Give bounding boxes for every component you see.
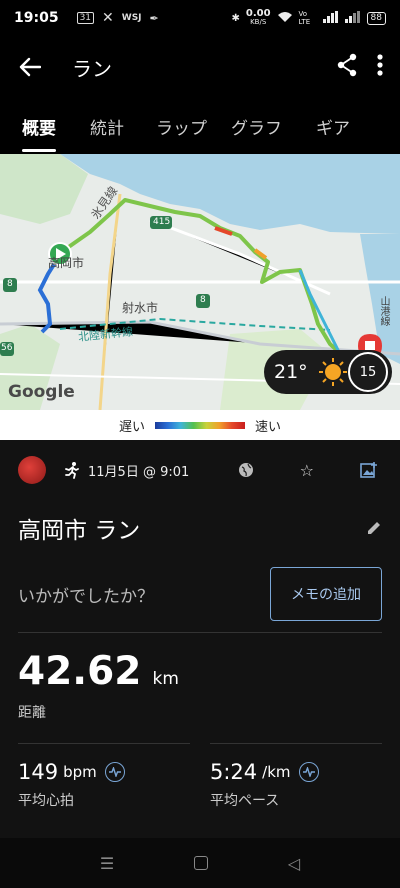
distance-label: 距離 [18,705,46,721]
tab-gear[interactable]: ギア [296,98,364,154]
legend-gradient [155,421,245,429]
star-icon[interactable]: ☆ [300,461,314,480]
map-label-route-8: 8 [7,279,13,289]
share-icon[interactable] [336,53,358,81]
calendar-icon: 31 [76,12,95,24]
distance-value: 42.62 [18,649,142,694]
sun-icon [318,357,348,387]
home-icon[interactable] [194,856,209,870]
pulse-icon[interactable] [104,762,125,782]
activity-meta: 11月5日 @ 9:01 ☆ [0,440,400,500]
heart-rate-stat: 149 bpm 平均心拍 [18,743,190,853]
speed-legend: 遅い 速い [0,410,400,440]
pace-stat: 5:24 /km 平均ペース [210,743,382,853]
status-bar: 19:05 31 ✕ WSJ ✒ ✱ 0.00 KB/S Vo LTE 88 [0,0,400,36]
map-label-imizu: 射水市 [122,301,159,315]
pace-label: 平均ペース [210,793,280,809]
more-vert-icon[interactable] [376,53,384,81]
status-time: 19:05 [14,10,59,26]
map-label-route-415: 415 [153,217,171,227]
add-memo-button[interactable]: メモの追加 [270,567,382,621]
battery-icon: 88 [366,11,386,25]
wind-indicator: 15 [348,352,388,392]
map-label-route-56: 56 [1,343,13,353]
heart-rate-label: 平均心拍 [18,793,74,809]
avatar[interactable] [18,456,46,484]
network-speed: 0.00 KB/S [245,8,271,27]
map-label-route-8: 8 [200,295,206,305]
distance-unit: km [152,669,179,689]
wsj-icon: WSJ [121,13,142,23]
pace-value: 5:24 [210,760,258,784]
route-map[interactable]: 415 8 8 56 氷見線 高岡市 射水市 北陸新幹線 山港線 Google … [0,154,400,410]
weather-badge: 21° 15 [264,350,392,394]
app-bar: ラン [0,36,400,98]
map-label-takaoka: 高岡市 [48,256,85,270]
heart-rate-value: 149 [18,760,59,784]
feeling-row: いかがでしたか？ メモの追加 [0,556,400,632]
x-icon: ✕ [102,10,114,26]
page-title: ラン [72,56,112,81]
temperature: 21° [274,361,308,383]
back-arrow-icon[interactable] [0,57,60,77]
menu-icon[interactable]: ☰ [100,854,114,873]
globe-icon[interactable] [238,462,254,478]
activity-title-row: 高岡市 ラン [0,500,400,556]
bluetooth-icon: ✱ [231,12,240,24]
tab-overview[interactable]: 概要 [0,98,78,154]
pace-unit: /km [262,763,291,781]
tab-laps[interactable]: ラップ [140,98,221,154]
add-photo-icon[interactable] [360,461,378,479]
activity-summary: 11月5日 @ 9:01 ☆ 高岡市 ラン いかがでしたか？ メモの追加 42.… [0,440,400,846]
volte-label: Vo LTE [298,10,311,26]
legend-fast: 速い [255,419,282,435]
map-label-right: 山港線 [378,296,389,326]
activity-date: 11月5日 @ 9:01 [88,464,190,480]
distance-stat: 42.62 km 距離 [0,633,400,743]
tab-graph[interactable]: グラフ [221,98,296,154]
run-icon [64,461,80,479]
pulse-icon[interactable] [298,762,319,782]
heart-rate-unit: bpm [63,763,97,781]
feather-icon: ✒ [149,11,159,25]
signal-icon [322,10,339,26]
system-nav-bar: ☰ ◁ [0,838,400,888]
wind-speed: 15 [359,364,377,380]
tab-stats[interactable]: 統計 [78,98,140,154]
google-logo: Google [8,382,75,402]
activity-title: 高岡市 ラン [18,518,141,544]
back-triangle-icon[interactable]: ◁ [288,854,300,873]
feeling-prompt[interactable]: いかがでしたか？ [18,582,154,607]
legend-slow: 遅い [118,419,145,435]
tab-bar: 概要 統計 ラップ グラフ ギア [0,98,400,154]
wifi-icon [277,11,293,26]
signal-icon-2 [344,10,361,26]
edit-pencil-icon[interactable] [366,520,382,536]
stats-row: 149 bpm 平均心拍 5:24 /km 平均ペース [0,743,400,853]
